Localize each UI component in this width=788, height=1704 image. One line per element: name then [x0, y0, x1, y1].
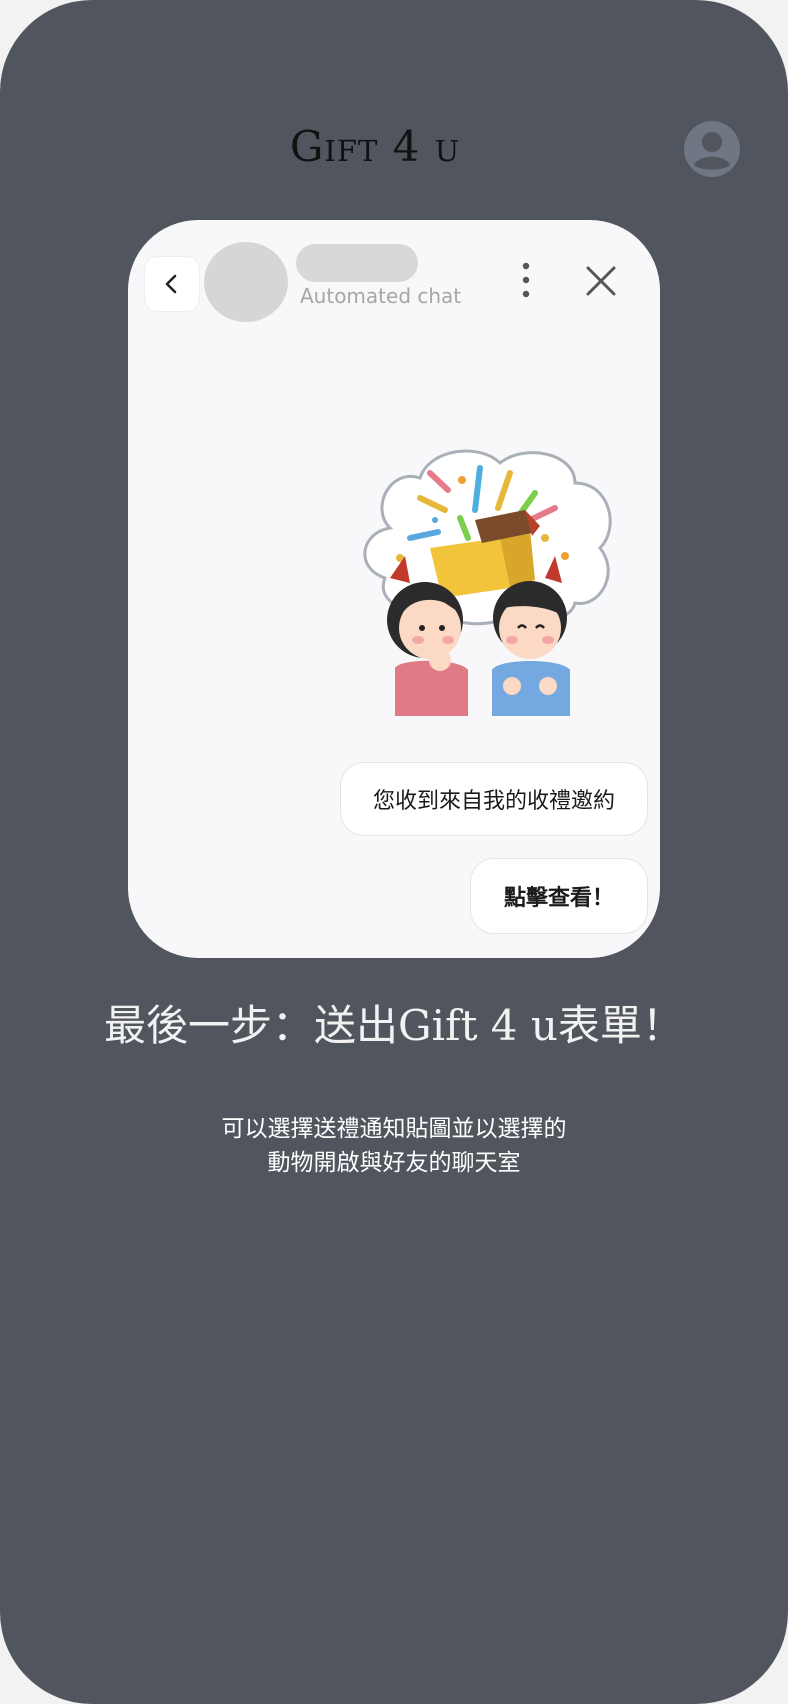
- chevron-left-icon: [165, 274, 177, 294]
- message-bubble-invite: 您收到來自我的收禮邀約: [340, 762, 648, 836]
- gift-box-sticker: [363, 449, 612, 716]
- close-icon[interactable]: [582, 262, 620, 300]
- message-bubble-view-button[interactable]: 點擊查看！: [470, 858, 648, 934]
- contact-avatar: [204, 242, 288, 322]
- back-button[interactable]: [144, 256, 200, 312]
- contact-name-placeholder: [296, 244, 418, 282]
- chat-subtitle: Automated chat: [300, 284, 462, 308]
- step-description: 可以選擇送禮通知貼圖並以選擇的 動物開啟與好友的聊天室: [0, 1112, 788, 1180]
- step-description-line: 可以選擇送禮通知貼圖並以選擇的: [221, 1116, 567, 1142]
- step-description-line: 動物開啟與好友的聊天室: [267, 1150, 521, 1176]
- chat-preview-card: Automated chat 您收到來自我的收禮邀約 點擊查看！: [128, 220, 660, 958]
- step-heading: 最後一步：送出Gift 4 u表單！: [104, 1001, 684, 1050]
- more-vertical-icon[interactable]: [514, 258, 538, 302]
- app-screen: Gift 4 u Automated chat 您收到來自我的收禮邀約 點擊查看…: [0, 0, 788, 1704]
- user-circle-icon[interactable]: [684, 121, 740, 177]
- app-title: Gift 4 u: [289, 122, 461, 171]
